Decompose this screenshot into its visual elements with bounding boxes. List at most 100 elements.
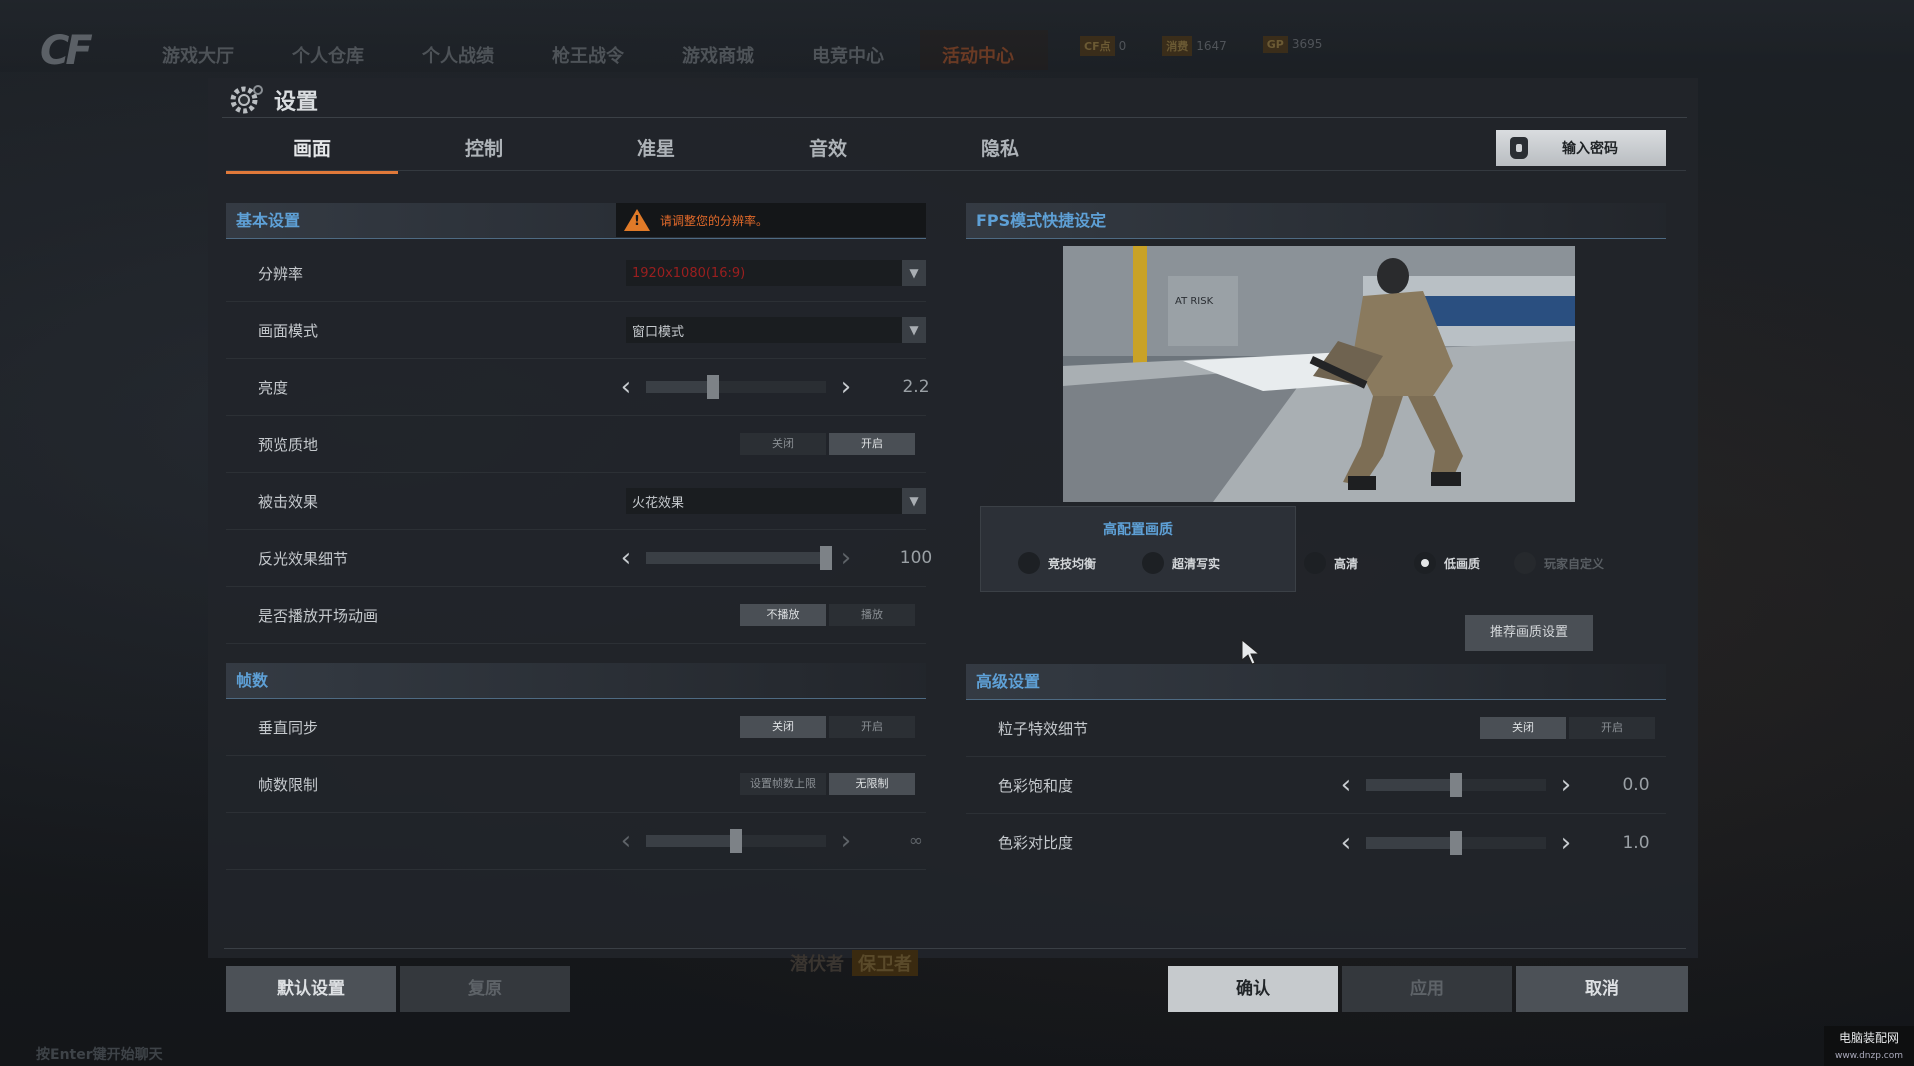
fps-limit-unlimited[interactable]: 无限制 <box>829 773 915 795</box>
warning-text: 请调整您的分辨率。 <box>660 213 769 228</box>
tab-control[interactable]: 控制 <box>398 134 570 170</box>
restore-button[interactable]: 复原 <box>400 966 570 1012</box>
intro-animation-off[interactable]: 不播放 <box>740 604 826 626</box>
fps-limit-set[interactable]: 设置帧数上限 <box>740 773 826 795</box>
chevron-right-icon[interactable]: › <box>1554 772 1578 798</box>
stat-cf: CF点 0 <box>1080 36 1126 56</box>
nav-battlepass[interactable]: 枪王战令 <box>552 42 682 68</box>
particle-detail-label: 粒子特效细节 <box>998 719 1089 738</box>
confirm-button[interactable]: 确认 <box>1168 966 1338 1012</box>
radio-button[interactable] <box>1018 552 1040 574</box>
particle-detail-on[interactable]: 开启 <box>1569 717 1655 739</box>
hit-effect-dropdown[interactable]: 火花效果 ▼ <box>626 488 926 514</box>
row-resolution: 分辨率 1920x1080(16:9) ▼ <box>226 245 926 302</box>
chevron-right-icon[interactable]: › <box>834 828 858 854</box>
chevron-left-icon[interactable]: ‹ <box>614 374 638 400</box>
slider-track[interactable] <box>1366 773 1546 797</box>
row-hit-effect: 被击效果 火花效果 ▼ <box>226 473 926 530</box>
chevron-left-icon[interactable]: ‹ <box>1334 772 1358 798</box>
chevron-right-icon[interactable]: › <box>1554 830 1578 856</box>
nav-lobby[interactable]: 游戏大厅 <box>162 42 292 68</box>
chevron-right-icon[interactable]: › <box>834 374 858 400</box>
slider-thumb[interactable] <box>820 546 832 570</box>
contrast-slider[interactable]: ‹ › 1.0 <box>1334 830 1654 856</box>
slider-track[interactable] <box>646 829 826 853</box>
preset-custom[interactable]: 玩家自定义 <box>1514 552 1604 574</box>
vsync-toggle: 关闭 开启 <box>740 716 918 738</box>
enter-password-button[interactable]: 输入密码 <box>1496 130 1666 166</box>
hit-effect-value: 火花效果 <box>632 495 685 511</box>
contrast-value: 1.0 <box>1622 832 1650 853</box>
row-fps-limit: 帧数限制 设置帧数上限 无限制 <box>226 756 926 813</box>
gear-icon <box>230 85 263 114</box>
apply-button[interactable]: 应用 <box>1342 966 1512 1012</box>
particle-detail-off[interactable]: 关闭 <box>1480 717 1566 739</box>
preview-texture-on[interactable]: 开启 <box>829 433 915 455</box>
saturation-slider[interactable]: ‹ › 0.0 <box>1334 772 1654 798</box>
brightness-label: 亮度 <box>258 378 289 397</box>
row-particle-detail: 粒子特效细节 关闭 开启 <box>966 700 1666 757</box>
resolution-value: 1920x1080(16:9) <box>632 265 746 281</box>
radio-button[interactable] <box>1514 552 1536 574</box>
tab-sound[interactable]: 音效 <box>742 134 914 170</box>
slider-track[interactable] <box>646 375 826 399</box>
radio-button[interactable] <box>1142 552 1164 574</box>
slider-thumb[interactable] <box>1450 830 1462 855</box>
resolution-warning: 请调整您的分辨率。 <box>616 203 926 237</box>
slider-thumb[interactable] <box>730 829 742 853</box>
nav-events[interactable]: 活动中心 <box>920 30 1072 70</box>
preview-texture-off[interactable]: 关闭 <box>740 433 826 455</box>
chevron-left-icon[interactable]: ‹ <box>1334 830 1358 856</box>
vsync-off[interactable]: 关闭 <box>740 716 826 738</box>
preset-balanced[interactable]: 竞技均衡 <box>1018 552 1096 574</box>
resolution-label: 分辨率 <box>258 264 304 283</box>
soldier-preview-illustration: AT RISK <box>1063 246 1575 502</box>
preset-low[interactable]: 低画质 <box>1414 552 1480 574</box>
preset-ultra-real[interactable]: 超清写实 <box>1142 552 1220 574</box>
chevron-left-icon[interactable]: ‹ <box>614 545 638 571</box>
tag-defender: 保卫者 <box>852 950 918 976</box>
display-mode-dropdown[interactable]: 窗口模式 ▼ <box>626 317 926 343</box>
default-settings-button[interactable]: 默认设置 <box>226 966 396 1012</box>
preview-texture-toggle: 关闭 开启 <box>740 433 918 455</box>
radio-button[interactable] <box>1304 552 1326 574</box>
fps-mode-section: FPS模式快捷设定 <box>966 203 1666 239</box>
radio-button-selected[interactable] <box>1414 552 1436 574</box>
slider-thumb[interactable] <box>706 375 719 399</box>
slider-track[interactable] <box>646 546 832 570</box>
tag-infiltrator: 潜伏者 <box>790 954 844 975</box>
preview-sign-text: AT RISK <box>1175 296 1214 307</box>
currency-stats: CF点 0 消费 1647 GP 3695 <box>1080 36 1322 56</box>
particle-detail-toggle: 关闭 开启 <box>1480 717 1658 739</box>
chevron-down-icon[interactable]: ▼ <box>902 488 926 514</box>
resolution-dropdown[interactable]: 1920x1080(16:9) ▼ <box>626 260 926 286</box>
preset-hd[interactable]: 高清 <box>1304 552 1358 574</box>
slider-thumb[interactable] <box>1450 773 1462 797</box>
chevron-left-icon[interactable]: ‹ <box>614 828 638 854</box>
nav-shop[interactable]: 游戏商城 <box>682 42 812 68</box>
slider-track[interactable] <box>1366 830 1546 855</box>
chevron-down-icon[interactable]: ▼ <box>902 317 926 343</box>
fps-limit-slider[interactable]: ‹ › ∞ <box>614 828 934 854</box>
nav-esports[interactable]: 电竞中心 <box>812 42 942 68</box>
reflection-detail-slider[interactable]: ‹ › 100 <box>614 545 934 571</box>
row-brightness: 亮度 ‹ › 2.2 <box>226 359 930 416</box>
tab-crosshair[interactable]: 准星 <box>570 134 742 170</box>
tab-display[interactable]: 画面 <box>226 134 398 174</box>
chevron-down-icon[interactable]: ▼ <box>902 260 926 286</box>
cancel-button[interactable]: 取消 <box>1516 966 1688 1012</box>
brightness-slider[interactable]: ‹ › 2.2 <box>614 374 934 400</box>
basic-settings-rows: 分辨率 1920x1080(16:9) ▼ 画面模式 窗口模式 ▼ 亮度 ‹ ›… <box>226 245 932 644</box>
fps-limit-label: 帧数限制 <box>258 775 319 794</box>
stat-consume: 消费 1647 <box>1162 36 1227 56</box>
vsync-on[interactable]: 开启 <box>829 716 915 738</box>
tab-privacy[interactable]: 隐私 <box>914 134 1086 170</box>
intro-animation-on[interactable]: 播放 <box>829 604 915 626</box>
nav-warehouse[interactable]: 个人仓库 <box>292 42 422 68</box>
chevron-right-icon[interactable]: › <box>834 545 858 571</box>
framerate-header: 帧数 <box>226 663 926 699</box>
watermark-title: 电脑装配网 <box>1838 1031 1899 1045</box>
nav-record[interactable]: 个人战绩 <box>422 42 552 68</box>
recommend-quality-button[interactable]: 推荐画质设置 <box>1465 615 1593 651</box>
settings-title: 设置 <box>228 82 318 118</box>
